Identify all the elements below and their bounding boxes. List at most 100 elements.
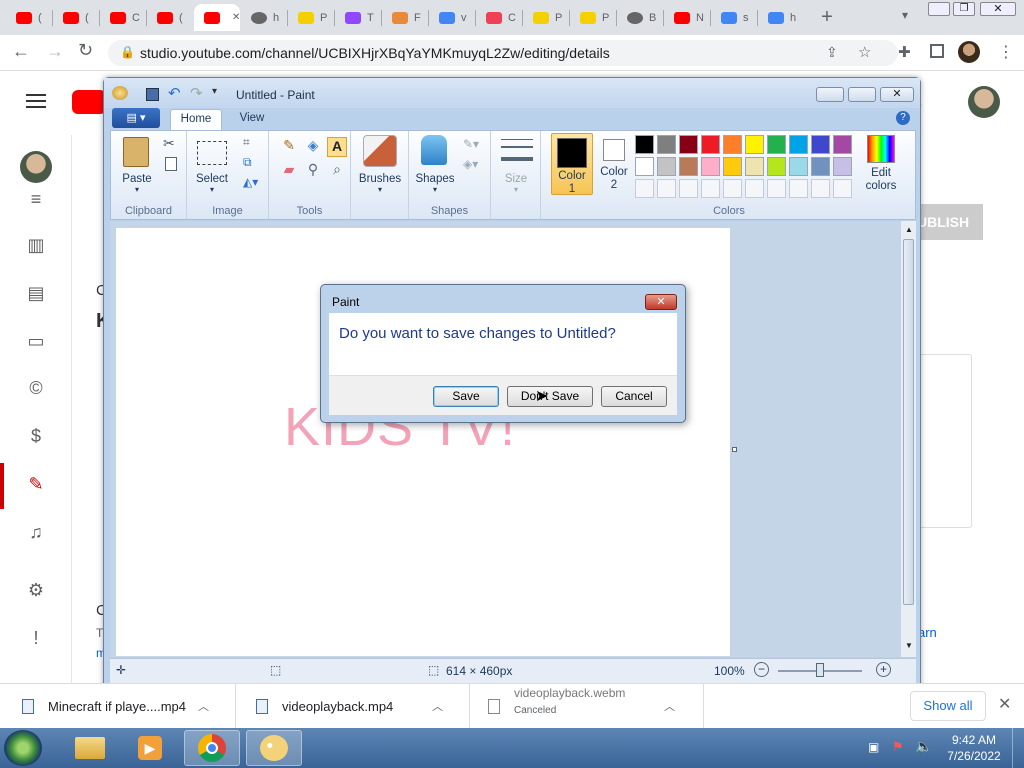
custom-color-slot[interactable] (657, 179, 676, 198)
close-window-button[interactable]: ✕ (980, 2, 1016, 16)
customization-icon[interactable]: ✎ (24, 474, 48, 494)
feedback-icon[interactable]: ! (24, 628, 48, 648)
custom-color-slot[interactable] (811, 179, 830, 198)
browser-tab[interactable]: T (335, 4, 379, 31)
back-button[interactable]: ← (12, 41, 30, 62)
side-panel-icon[interactable] (930, 44, 944, 58)
outline-icon[interactable]: ✎▾ (463, 137, 479, 151)
palette-swatch[interactable] (745, 157, 764, 176)
analytics-icon[interactable]: ▥ (24, 235, 48, 255)
dialog-close-button[interactable]: ✕ (645, 294, 677, 310)
show-desktop-button[interactable] (1012, 728, 1024, 768)
tab-search-icon[interactable]: ▾ (896, 8, 914, 26)
tab-home[interactable]: Home (170, 109, 222, 130)
browser-tab[interactable]: h (758, 4, 802, 31)
crop-icon[interactable]: ⌗ (243, 135, 250, 150)
save-button[interactable]: Save (433, 386, 499, 407)
browser-tab[interactable]: F (382, 4, 426, 31)
browser-tab[interactable]: C (100, 4, 144, 31)
forward-button[interactable]: → (46, 41, 64, 62)
audio-library-icon[interactable]: ♫ (24, 522, 48, 542)
bookmark-star-icon[interactable]: ☆ (858, 43, 871, 61)
browser-tab[interactable]: v (429, 4, 473, 31)
palette-swatch[interactable] (767, 157, 786, 176)
close-downloads-icon[interactable]: ✕ (998, 694, 1011, 714)
download-options-icon[interactable]: ︿ (432, 698, 443, 714)
shapes-dropdown-icon[interactable]: ▾ (409, 185, 461, 194)
browser-tab[interactable]: N (664, 4, 708, 31)
palette-swatch[interactable] (657, 157, 676, 176)
scroll-up-arrow[interactable]: ▲ (905, 225, 913, 234)
taskbar-explorer[interactable] (62, 730, 118, 766)
text-icon[interactable]: A (327, 137, 347, 157)
zoom-slider-thumb[interactable] (816, 663, 824, 677)
browser-tab[interactable]: P (523, 4, 567, 31)
palette-swatch[interactable] (789, 135, 808, 154)
custom-color-slot[interactable] (679, 179, 698, 198)
browser-tab[interactable]: P (570, 4, 614, 31)
browser-tab[interactable]: h (241, 4, 285, 31)
sidebar-channel-avatar[interactable] (20, 151, 52, 183)
copyright-icon[interactable]: © (24, 378, 48, 398)
paint-title-bar[interactable]: ↶ ↷ ▾ Untitled - Paint ✕ (104, 78, 920, 108)
hamburger-menu-icon[interactable] (26, 94, 46, 108)
tray-volume-icon[interactable]: 🔈 (915, 738, 932, 755)
cut-icon[interactable]: ✂ (163, 135, 175, 152)
comments-icon[interactable]: ▤ (24, 283, 48, 303)
download-options-icon[interactable]: ︿ (198, 698, 209, 714)
palette-swatch[interactable] (723, 135, 742, 154)
size-dropdown-icon[interactable]: ▾ (491, 185, 541, 194)
paint-close-button[interactable]: ✕ (880, 87, 914, 102)
restore-window-button[interactable]: ❐ (953, 2, 975, 16)
palette-swatch[interactable] (789, 157, 808, 176)
paint-maximize-button[interactable] (848, 87, 876, 102)
paint-minimize-button[interactable] (816, 87, 844, 102)
download-item[interactable]: Minecraft if playe....mp4 ︿ (0, 684, 236, 728)
show-all-button[interactable]: Show all (910, 691, 986, 721)
paint-menu-button[interactable]: ▤ ▾ (112, 108, 160, 128)
select-dropdown-icon[interactable]: ▾ (191, 185, 233, 194)
shapes-button[interactable]: Shapes (409, 173, 461, 185)
browser-tab[interactable]: ✕ (194, 4, 240, 31)
download-item[interactable]: videoplayback.webm Canceled ︿ (470, 684, 704, 728)
palette-swatch[interactable] (767, 135, 786, 154)
size-button[interactable]: Size (491, 173, 541, 185)
browser-tab[interactable]: P (288, 4, 332, 31)
taskbar-chrome[interactable] (184, 730, 240, 766)
browser-tab[interactable]: ( (53, 4, 97, 31)
monetization-icon[interactable]: $ (24, 426, 48, 446)
youtube-logo[interactable] (72, 90, 106, 114)
palette-swatch[interactable] (811, 157, 830, 176)
palette-swatch[interactable] (811, 135, 830, 154)
palette-swatch[interactable] (701, 157, 720, 176)
rotate-icon[interactable]: ◭▾ (243, 175, 258, 189)
edit-colors-button[interactable]: Edit colors (859, 133, 903, 195)
scroll-down-arrow[interactable]: ▼ (905, 641, 913, 650)
custom-color-slot[interactable] (789, 179, 808, 198)
redo-icon[interactable]: ↷ (190, 84, 203, 102)
address-bar[interactable]: 🔒 studio.youtube.com/channel/UCBIXHjrXBq… (108, 40, 898, 66)
tray-network-icon[interactable]: ▣ (868, 740, 879, 754)
browser-menu-icon[interactable]: ⋮ (998, 42, 1014, 62)
custom-color-slot[interactable] (745, 179, 764, 198)
taskbar-paint[interactable] (246, 730, 302, 766)
undo-icon[interactable]: ↶ (168, 84, 181, 102)
palette-swatch[interactable] (657, 135, 676, 154)
scroll-thumb[interactable] (903, 239, 914, 605)
magnifier-icon[interactable]: ⌕ (327, 161, 347, 181)
color1-button[interactable]: Color 1 (551, 133, 593, 195)
brushes-dropdown-icon[interactable]: ▾ (351, 185, 409, 194)
browser-tab[interactable]: B (617, 4, 661, 31)
copy-icon[interactable] (165, 157, 177, 171)
palette-swatch[interactable] (635, 135, 654, 154)
palette-swatch[interactable] (723, 157, 742, 176)
browser-tab[interactable]: C (476, 4, 520, 31)
close-tab-icon[interactable]: ✕ (232, 12, 240, 23)
reload-button[interactable]: ↻ (78, 40, 93, 61)
paste-dropdown-icon[interactable]: ▾ (115, 185, 159, 194)
profile-avatar[interactable] (958, 41, 980, 63)
tab-view[interactable]: View (232, 109, 272, 130)
clock-time[interactable]: 9:42 AM (944, 733, 1004, 747)
minimize-window-button[interactable] (928, 2, 950, 16)
download-item[interactable]: videoplayback.mp4 ︿ (236, 684, 470, 728)
